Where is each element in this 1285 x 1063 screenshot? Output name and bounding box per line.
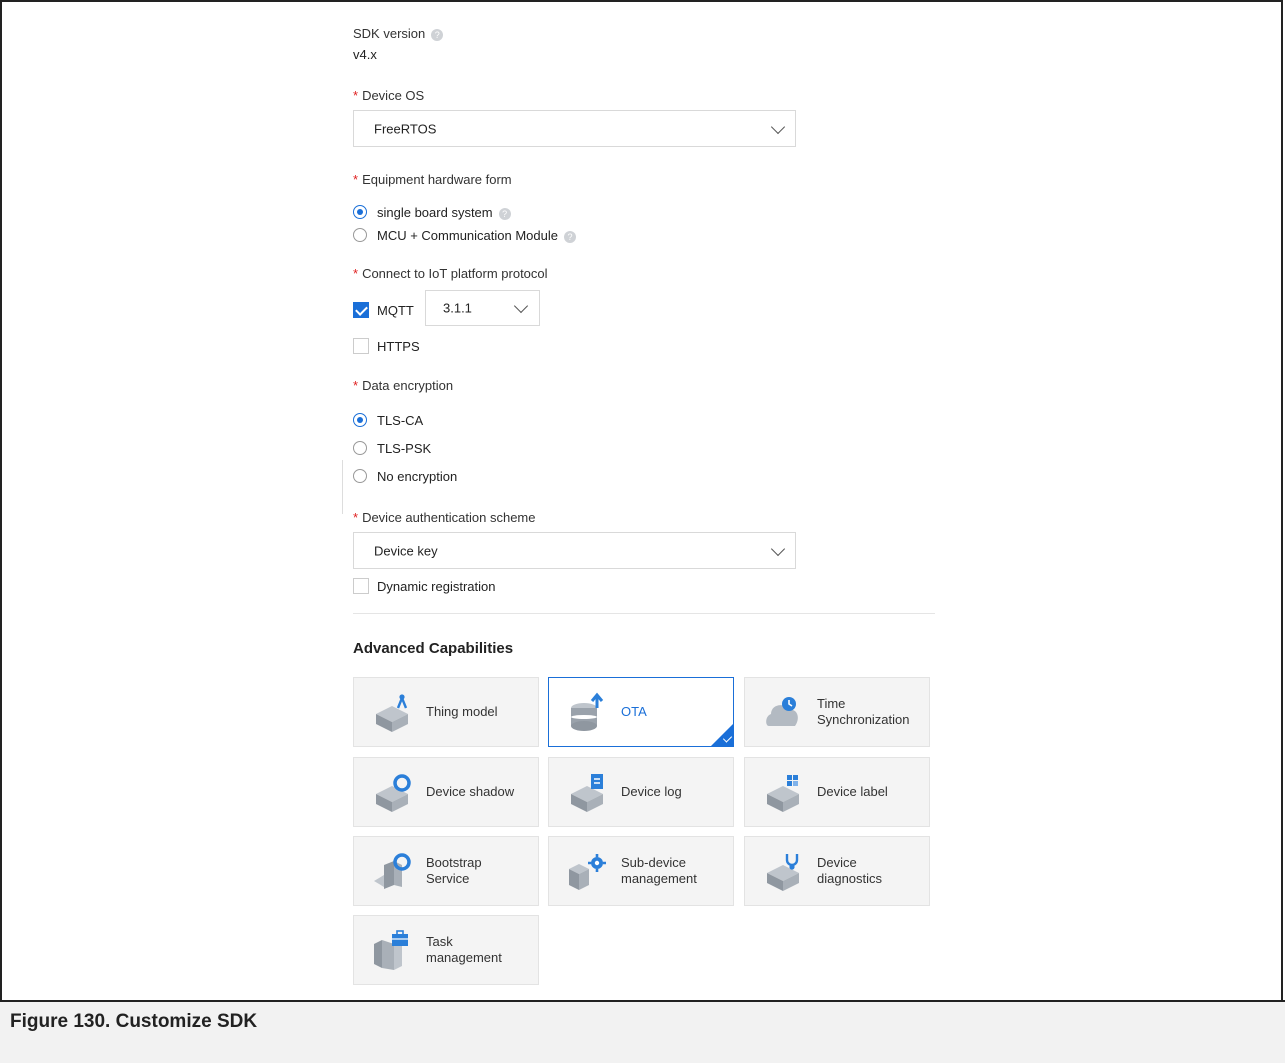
- task-management-icon: [374, 930, 408, 970]
- bootstrap-icon: [374, 853, 411, 889]
- hardware-form-label: * Equipment hardware form: [353, 172, 512, 187]
- card-bootstrap[interactable]: Bootstrap Service: [353, 836, 539, 906]
- tls-ca-label: TLS-CA: [377, 413, 424, 428]
- device-os-value: FreeRTOS: [374, 121, 437, 136]
- card-device-label[interactable]: Device label: [744, 757, 930, 827]
- dynamic-registration-label: Dynamic registration: [377, 579, 496, 594]
- card-thing-model[interactable]: Thing model: [353, 677, 539, 747]
- card-diagnostics[interactable]: Device diagnostics: [744, 836, 930, 906]
- auth-select[interactable]: Device key: [353, 532, 796, 569]
- card-task-management[interactable]: Task management: [353, 915, 539, 985]
- mqtt-checkbox[interactable]: [353, 302, 369, 318]
- radio-mcu-module[interactable]: [353, 228, 367, 242]
- card-ota[interactable]: OTA: [548, 677, 734, 747]
- card-label: OTA: [621, 704, 647, 719]
- card-label: Task management: [426, 934, 502, 965]
- mqtt-label: MQTT: [377, 303, 414, 318]
- card-device-shadow[interactable]: Device shadow: [353, 757, 539, 827]
- card-time-sync[interactable]: Time Synchronization: [744, 677, 930, 747]
- time-sync-icon: [766, 697, 798, 726]
- device-os-label: * Device OS: [353, 88, 425, 103]
- card-label: Device label: [817, 784, 888, 799]
- card-label: Device diagnostics: [817, 855, 883, 886]
- card-sub-device[interactable]: Sub-device management: [548, 836, 734, 906]
- ota-icon: [571, 692, 604, 731]
- card-label: Time Synchronization: [817, 696, 910, 727]
- card-label: Device shadow: [426, 784, 515, 799]
- https-label: HTTPS: [377, 339, 420, 354]
- sub-device-icon: [569, 854, 606, 890]
- mcu-module-label: MCU + Communication Module?: [377, 228, 576, 243]
- device-os-select[interactable]: FreeRTOS: [353, 110, 796, 147]
- radio-tls-psk[interactable]: [353, 441, 367, 455]
- diagnostics-icon: [767, 854, 799, 891]
- help-icon[interactable]: ?: [563, 230, 576, 243]
- radio-no-encryption[interactable]: [353, 469, 367, 483]
- mqtt-version-value: 3.1.1: [443, 300, 472, 316]
- help-icon[interactable]: ?: [498, 207, 511, 220]
- sdk-version-value: v4.x: [353, 47, 377, 62]
- divider: [353, 613, 935, 614]
- device-log-icon: [571, 774, 603, 812]
- auth-label: * Device authentication scheme: [353, 510, 536, 525]
- dynamic-registration-checkbox[interactable]: [353, 578, 369, 594]
- tls-psk-label: TLS-PSK: [377, 441, 432, 456]
- radio-tls-ca[interactable]: [353, 413, 367, 427]
- card-label: Thing model: [426, 704, 498, 719]
- device-label-icon: [767, 775, 799, 812]
- advanced-title: Advanced Capabilities: [353, 640, 514, 657]
- chevron-down-icon: [770, 541, 786, 557]
- help-icon[interactable]: ?: [431, 28, 444, 41]
- card-label: Bootstrap Service: [426, 855, 482, 886]
- card-device-log[interactable]: Device log: [548, 757, 734, 827]
- scroll-indicator: [342, 460, 343, 514]
- single-board-label: single board system?: [377, 205, 511, 220]
- device-shadow-icon: [376, 774, 411, 812]
- chevron-down-icon: [770, 119, 786, 135]
- https-checkbox[interactable]: [353, 338, 369, 354]
- sdk-version-label: SDK version?: [353, 26, 444, 41]
- figure-caption: Figure 130. Customize SDK: [10, 1011, 258, 1032]
- encryption-label: * Data encryption: [353, 378, 454, 393]
- radio-single-board[interactable]: [353, 205, 367, 219]
- auth-value: Device key: [374, 543, 438, 558]
- mqtt-version-select[interactable]: 3.1.1: [425, 290, 540, 326]
- chevron-down-icon: [513, 298, 529, 314]
- card-label: Device log: [621, 784, 682, 799]
- thing-model-icon: [376, 694, 408, 732]
- no-encryption-label: No encryption: [377, 469, 458, 484]
- protocol-label: * Connect to IoT platform protocol: [353, 266, 548, 281]
- card-label: Sub-device management: [621, 855, 697, 886]
